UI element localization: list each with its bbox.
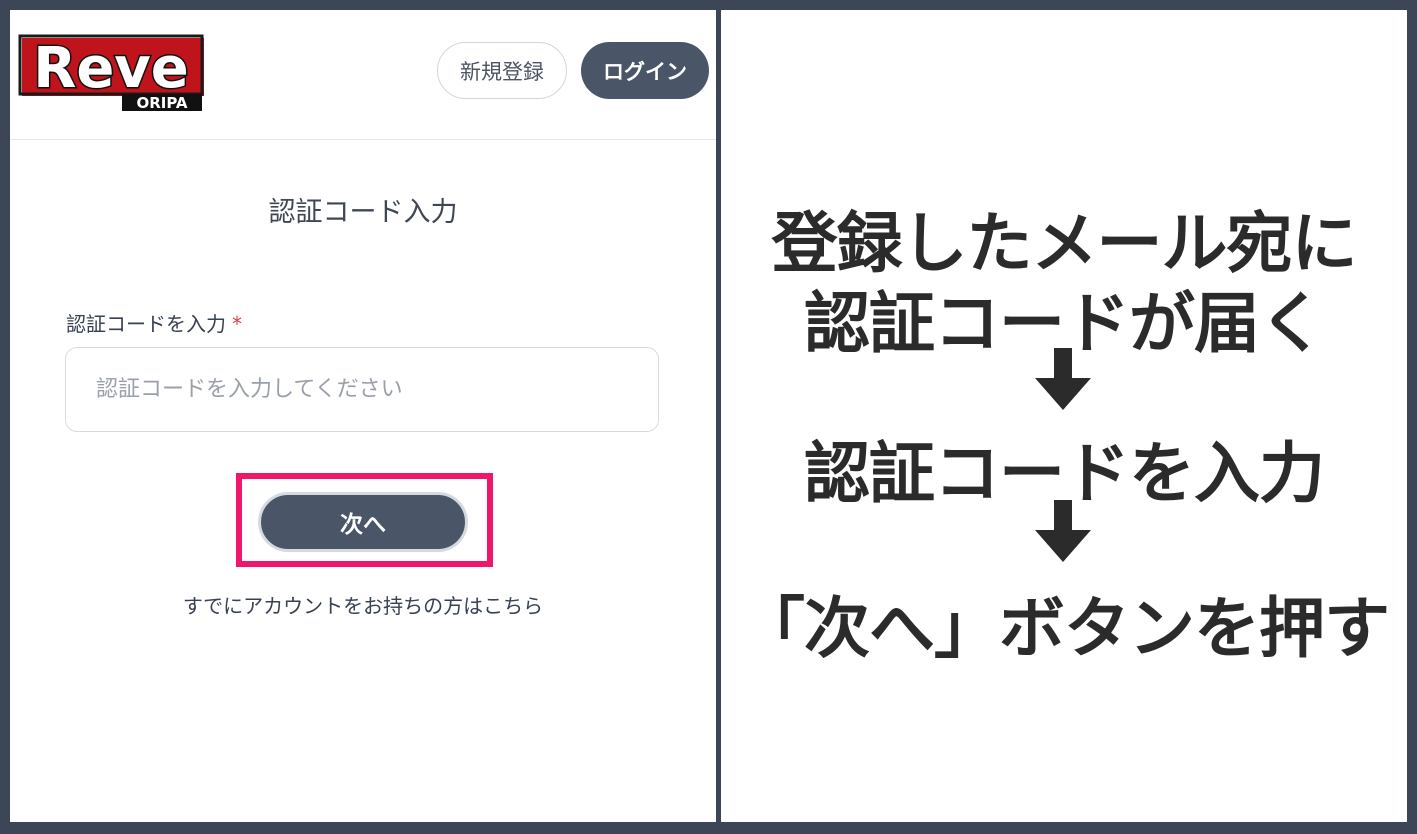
arrow-down-icon xyxy=(1035,348,1091,410)
instruction-line-4: 「次へ」ボタンを押す xyxy=(739,590,1390,667)
reve-oripa-logo[interactable]: Reve ORIPA xyxy=(18,32,208,112)
svg-text:ORIPA: ORIPA xyxy=(136,94,187,112)
code-field-label: 認証コードを入力 * xyxy=(66,308,242,337)
next-button[interactable]: 次へ xyxy=(258,492,468,552)
arrow-down-icon xyxy=(1035,500,1091,562)
svg-text:Reve: Reve xyxy=(33,36,189,101)
login-button[interactable]: ログイン xyxy=(581,42,709,99)
code-field-label-text: 認証コードを入力 xyxy=(66,312,226,336)
verification-code-input[interactable] xyxy=(65,347,659,432)
signup-screen: Reve ORIPA 新規登録 ログイン 認証コード入力 認証コードを入力* 次… xyxy=(10,10,716,822)
instruction-panel: 登録したメール宛に 認証コードが届く 認証コードを入力 「次へ」ボタンを押す xyxy=(721,10,1407,822)
required-mark: * xyxy=(232,312,242,336)
page-title: 認証コード入力 xyxy=(268,197,458,228)
existing-account-link[interactable]: すでにアカウントをお持ちの方はこちら xyxy=(10,590,716,619)
site-header: Reve ORIPA 新規登録 ログイン xyxy=(10,10,716,140)
register-button[interactable]: 新規登録 xyxy=(437,42,567,99)
